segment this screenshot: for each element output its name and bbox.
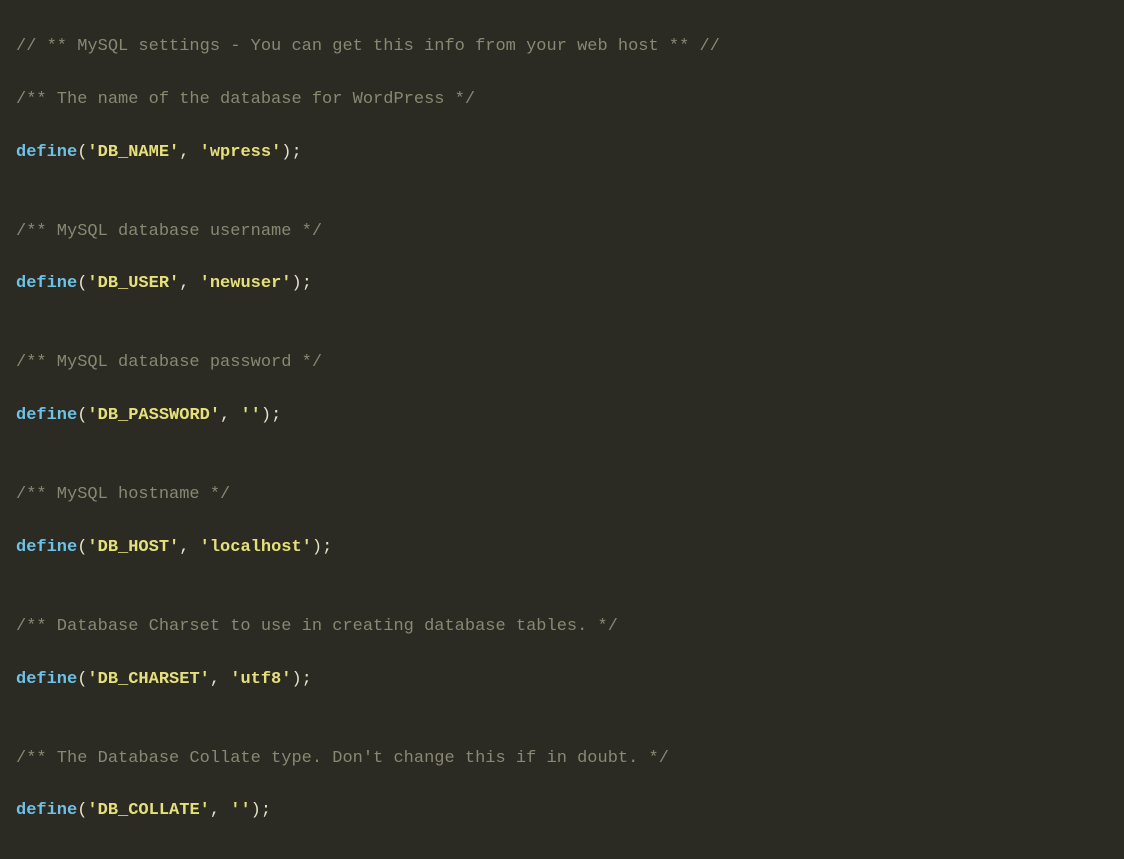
close-paren: ) bbox=[251, 801, 261, 820]
code-editor-view[interactable]: // ** MySQL settings - You can get this … bbox=[0, 0, 1124, 859]
comma: , bbox=[179, 538, 199, 557]
open-paren: ( bbox=[77, 406, 87, 425]
semicolon: ; bbox=[302, 670, 312, 689]
define-keyword: define bbox=[16, 801, 77, 820]
close-paren: ) bbox=[261, 406, 271, 425]
comma: , bbox=[220, 406, 240, 425]
comment-text: /** MySQL database password */ bbox=[16, 353, 322, 372]
db-charset-key: 'DB_CHARSET' bbox=[87, 670, 209, 689]
db-collate-value: '' bbox=[230, 801, 250, 820]
comment-text: // ** MySQL settings - You can get this … bbox=[16, 37, 720, 56]
comma: , bbox=[210, 670, 230, 689]
semicolon: ; bbox=[261, 801, 271, 820]
code-line-6: /** MySQL database password */ bbox=[16, 350, 1108, 376]
code-line-9: define('DB_HOST', 'localhost'); bbox=[16, 535, 1108, 561]
code-line-8: /** MySQL hostname */ bbox=[16, 482, 1108, 508]
db-name-value: 'wpress' bbox=[200, 143, 282, 162]
db-collate-key: 'DB_COLLATE' bbox=[87, 801, 209, 820]
comma: , bbox=[179, 274, 199, 293]
code-line-7: define('DB_PASSWORD', ''); bbox=[16, 403, 1108, 429]
open-paren: ( bbox=[77, 538, 87, 557]
comment-text: /** MySQL database username */ bbox=[16, 222, 322, 241]
define-keyword: define bbox=[16, 538, 77, 557]
semicolon: ; bbox=[302, 274, 312, 293]
code-line-2: /** The name of the database for WordPre… bbox=[16, 87, 1108, 113]
db-host-key: 'DB_HOST' bbox=[87, 538, 179, 557]
db-charset-value: 'utf8' bbox=[230, 670, 291, 689]
open-paren: ( bbox=[77, 274, 87, 293]
comment-text: /** The Database Collate type. Don't cha… bbox=[16, 749, 669, 768]
comment-text: /** The name of the database for WordPre… bbox=[16, 90, 475, 109]
close-paren: ) bbox=[312, 538, 322, 557]
db-user-key: 'DB_USER' bbox=[87, 274, 179, 293]
code-line-12: /** The Database Collate type. Don't cha… bbox=[16, 746, 1108, 772]
comment-text: /** MySQL hostname */ bbox=[16, 485, 230, 504]
define-keyword: define bbox=[16, 274, 77, 293]
semicolon: ; bbox=[291, 143, 301, 162]
comment-text: /** Database Charset to use in creating … bbox=[16, 617, 618, 636]
define-keyword: define bbox=[16, 406, 77, 425]
close-paren: ) bbox=[281, 143, 291, 162]
code-line-4: /** MySQL database username */ bbox=[16, 219, 1108, 245]
db-password-value: '' bbox=[240, 406, 260, 425]
code-line-3: define('DB_NAME', 'wpress'); bbox=[16, 140, 1108, 166]
open-paren: ( bbox=[77, 143, 87, 162]
db-name-key: 'DB_NAME' bbox=[87, 143, 179, 162]
comma: , bbox=[179, 143, 199, 162]
open-paren: ( bbox=[77, 801, 87, 820]
code-line-5: define('DB_USER', 'newuser'); bbox=[16, 271, 1108, 297]
close-paren: ) bbox=[291, 274, 301, 293]
code-line-11: define('DB_CHARSET', 'utf8'); bbox=[16, 667, 1108, 693]
semicolon: ; bbox=[322, 538, 332, 557]
code-line-13: define('DB_COLLATE', ''); bbox=[16, 798, 1108, 824]
open-paren: ( bbox=[77, 670, 87, 689]
define-keyword: define bbox=[16, 143, 77, 162]
semicolon: ; bbox=[271, 406, 281, 425]
db-password-key: 'DB_PASSWORD' bbox=[87, 406, 220, 425]
db-host-value: 'localhost' bbox=[200, 538, 312, 557]
code-line-1: // ** MySQL settings - You can get this … bbox=[16, 34, 1108, 60]
comma: , bbox=[210, 801, 230, 820]
db-user-value: 'newuser' bbox=[200, 274, 292, 293]
code-line-10: /** Database Charset to use in creating … bbox=[16, 614, 1108, 640]
define-keyword: define bbox=[16, 670, 77, 689]
close-paren: ) bbox=[291, 670, 301, 689]
